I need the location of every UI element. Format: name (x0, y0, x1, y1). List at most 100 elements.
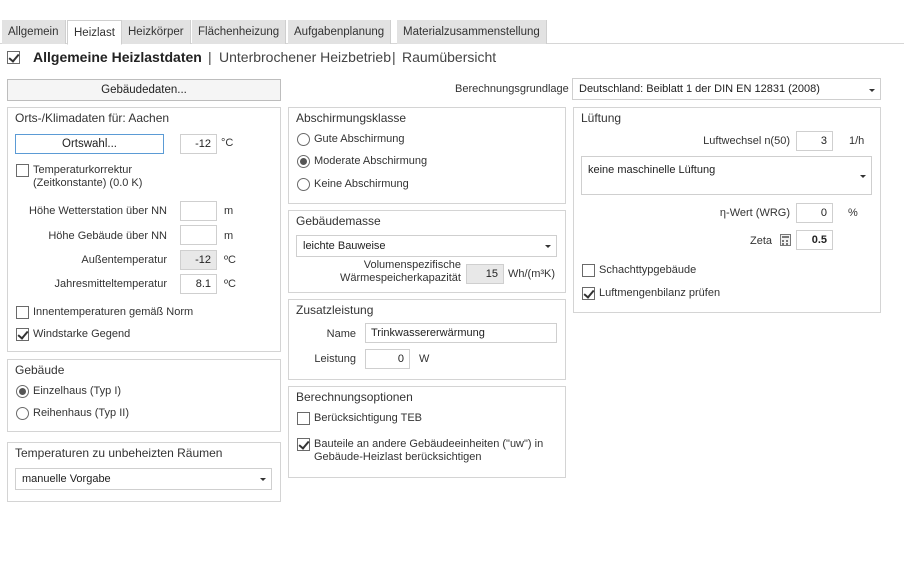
ortswahl-button[interactable]: Ortswahl... (15, 134, 164, 154)
berechnungsoptionen-title: Berechnungsoptionen (296, 390, 413, 404)
luftmengenbilanz-label: Luftmengenbilanz prüfen (599, 287, 721, 299)
einzelhaus-radio[interactable] (16, 385, 29, 398)
volumenspezifische-label: Volumenspezifische (363, 259, 461, 271)
keine-abschirmung-radio[interactable] (297, 178, 310, 191)
temperaturen-unbeheizt-group: Temperaturen zu unbeheizten Räumen manue… (7, 442, 281, 502)
schachttypgebaeude-checkbox[interactable] (582, 264, 595, 277)
einzelhaus-label: Einzelhaus (Typ I) (33, 385, 122, 397)
hoehe-gebaeude-unit: m (224, 230, 234, 242)
berechnungsoptionen-group: Berechnungsoptionen Berücksichtigung TEB… (288, 386, 566, 478)
tab-flaechenheizung[interactable]: Flächenheizung (192, 20, 287, 44)
reihenhaus-label: Reihenhaus (Typ II) (33, 407, 129, 419)
windstarke-gegend-checkbox[interactable] (16, 328, 29, 341)
link-unterbrochener-heizbetrieb[interactable]: Unterbrochener Heizbetrieb (219, 49, 391, 65)
moderate-abschirmung-radio[interactable] (297, 155, 310, 168)
zeta-field[interactable]: 0.5 (796, 230, 833, 250)
lueftung-group: Lüftung Luftwechsel n(50) 3 1/h keine ma… (573, 107, 881, 313)
lueftung-title: Lüftung (581, 111, 622, 125)
chevron-down-icon (869, 89, 875, 92)
aussentemperatur-field: -12 (180, 250, 217, 270)
header-separator: | (208, 49, 212, 65)
gute-abschirmung-label: Gute Abschirmung (314, 133, 405, 145)
klima-temperatur-unit: °C (221, 137, 234, 149)
tab-aufgabenplanung[interactable]: Aufgabenplanung (288, 20, 392, 44)
luftwechsel-label: Luftwechsel n(50) (703, 135, 790, 147)
innentemperaturen-label: Innentemperaturen gemäß Norm (33, 306, 194, 318)
hoehe-gebaeude-field[interactable] (180, 225, 217, 245)
zeta-label: Zeta (749, 235, 772, 247)
abschirmungsklasse-group: Abschirmungsklasse Gute Abschirmung Mode… (288, 107, 566, 204)
heizlastdaten-checkbox[interactable] (7, 51, 20, 64)
gebaeude-title: Gebäude (15, 363, 65, 377)
eta-wert-label: η-Wert (WRG) (719, 207, 790, 219)
temperaturen-unbeheizt-title: Temperaturen zu unbeheizten Räumen (15, 446, 223, 460)
tab-materialzusammenstellung[interactable]: Materialzusammenstellung (397, 20, 547, 44)
orts-klimadaten-title: Orts-/Klimadaten für: Aachen (15, 111, 170, 125)
zusatz-leistung-field[interactable]: 0 (365, 349, 410, 369)
maschinelle-lueftung-select[interactable]: keine maschinelle Lüftung (581, 156, 872, 195)
klima-temperatur-field[interactable]: -12 (180, 134, 217, 154)
teb-label: Berücksichtigung TEB (314, 412, 423, 424)
gebaeudemasse-select[interactable]: leichte Bauweise (296, 235, 557, 257)
jahresmitteltemperatur-label: Jahresmitteltemperatur (54, 278, 168, 290)
gute-abschirmung-radio[interactable] (297, 133, 310, 146)
reihenhaus-radio[interactable] (16, 407, 29, 420)
tab-allgemein[interactable]: Allgemein (2, 20, 66, 44)
orts-klimadaten-group: Orts-/Klimadaten für: Aachen Ortswahl...… (7, 107, 281, 352)
jahresmitteltemperatur-field[interactable]: 8.1 (180, 274, 217, 294)
eta-wert-unit: % (848, 207, 858, 219)
keine-abschirmung-label: Keine Abschirmung (314, 178, 409, 190)
schachttypgebaeude-label: Schachttypgebäude (599, 264, 697, 276)
hoehe-wetterstation-unit: m (224, 205, 234, 217)
berechnungsgrundlage-value: Deutschland: Beiblatt 1 der DIN EN 12831… (579, 83, 820, 95)
calculator-icon[interactable] (780, 234, 791, 246)
luftwechsel-field[interactable]: 3 (796, 131, 833, 151)
hoehe-gebaeude-label: Höhe Gebäude über NN (48, 230, 167, 242)
temperaturkorrektur-checkbox[interactable] (16, 164, 29, 177)
hoehe-wetterstation-field[interactable] (180, 201, 217, 221)
tab-bar: Allgemein Heizlast Heizkörper Flächenhei… (0, 20, 904, 45)
waermespeicherkapazitaet-unit: Wh/(m³K) (508, 268, 556, 280)
zusatz-name-field[interactable]: Trinkwassererwärmung (365, 323, 557, 343)
eta-wert-field[interactable]: 0 (796, 203, 833, 223)
hoehe-wetterstation-label: Höhe Wetterstation über NN (29, 205, 167, 217)
aussentemperatur-unit: ºC (224, 254, 236, 266)
temperaturkorrektur-sublabel: (Zeitkonstante) (0.0 K) (33, 177, 143, 189)
gebaeudemasse-group: Gebäudemasse leichte Bauweise Volumenspe… (288, 210, 566, 293)
temperaturkorrektur-label: Temperaturkorrektur (33, 164, 133, 176)
zusatzleistung-group: Zusatzleistung Name Trinkwassererwärmung… (288, 299, 566, 380)
chevron-down-icon (545, 245, 551, 248)
waermespeicherkapazitaet-label: Wärmespeicherkapazität (339, 272, 461, 284)
gebaeudemasse-value: leichte Bauweise (303, 240, 386, 252)
uw-bauteile-checkbox[interactable] (297, 438, 310, 451)
windstarke-gegend-label: Windstarke Gegend (33, 328, 131, 340)
luftmengenbilanz-checkbox[interactable] (582, 287, 595, 300)
page-title: Allgemeine Heizlastdaten (33, 49, 202, 65)
aussentemperatur-label: Außentemperatur (81, 254, 167, 266)
zusatzleistung-title: Zusatzleistung (296, 303, 374, 317)
luftwechsel-unit: 1/h (849, 135, 865, 147)
gebaeudemasse-title: Gebäudemasse (296, 214, 381, 228)
abschirmungsklasse-title: Abschirmungsklasse (296, 111, 407, 125)
zusatz-leistung-label: Leistung (314, 353, 356, 365)
link-raumuebersicht[interactable]: Raumübersicht (402, 49, 496, 65)
berechnungsgrundlage-select[interactable]: Deutschland: Beiblatt 1 der DIN EN 12831… (572, 78, 881, 100)
chevron-down-icon (860, 175, 866, 178)
innentemperaturen-checkbox[interactable] (16, 306, 29, 319)
uw-bauteile-sublabel: Gebäude-Heizlast berücksichtigen (314, 451, 482, 463)
zusatz-leistung-unit: W (419, 353, 430, 365)
chevron-down-icon (260, 478, 266, 481)
teb-checkbox[interactable] (297, 412, 310, 425)
tab-heizkoerper[interactable]: Heizkörper (122, 20, 191, 44)
temperaturen-unbeheizt-value: manuelle Vorgabe (22, 473, 111, 485)
berechnungsgrundlage-label: Berechnungsgrundlage (455, 83, 569, 95)
maschinelle-lueftung-value: keine maschinelle Lüftung (588, 164, 716, 176)
tab-heizlast[interactable]: Heizlast (67, 20, 122, 45)
temperaturen-unbeheizt-select[interactable]: manuelle Vorgabe (15, 468, 272, 490)
gebaeudedaten-button[interactable]: Gebäudedaten... (7, 79, 281, 101)
zusatz-name-label: Name (326, 328, 356, 340)
header-separator: | (392, 49, 396, 65)
uw-bauteile-label: Bauteile an andere Gebäudeeinheiten ("uw… (314, 438, 544, 450)
waermespeicherkapazitaet-field: 15 (466, 264, 504, 284)
jahresmitteltemperatur-unit: ºC (224, 278, 236, 290)
